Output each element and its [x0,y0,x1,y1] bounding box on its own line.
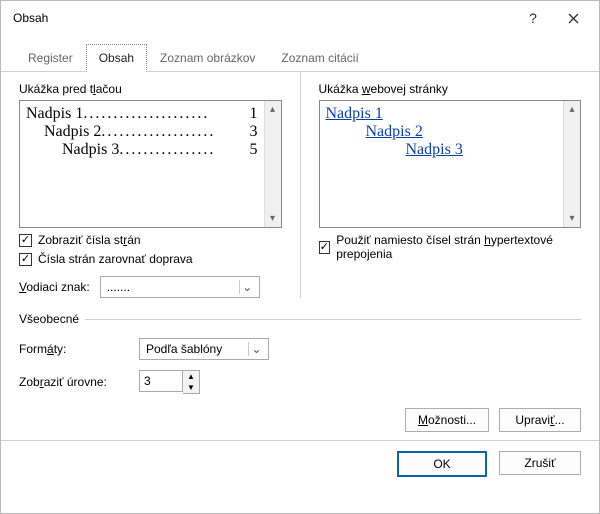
formats-label: Formáty: [19,342,129,356]
scroll-down-icon[interactable]: ▾ [564,210,580,227]
levels-input[interactable] [139,370,183,392]
toc-row: Nadpis 3................5 [26,141,258,159]
chevron-down-icon: ⌄ [239,280,255,294]
general-legend: Všeobecné [19,312,85,326]
tab-zoznam-citacii[interactable]: Zoznam citácií [268,44,371,72]
formats-select[interactable]: Podľa šablóny ⌄ [139,338,269,360]
general-group: Všeobecné Formáty: Podľa šablóny ⌄ Zobra… [19,312,581,394]
web-link[interactable]: Nadpis 1 [326,105,558,123]
close-icon [568,13,579,24]
web-preview-label: Ukážka webovej stránky [319,82,582,96]
checkbox-use-hyperlinks[interactable]: ✓ Použiť namiesto čísel strán hypertexto… [319,233,582,261]
levels-label: Zobraziť úrovne: [19,375,129,389]
tab-zoznam-obrazkov[interactable]: Zoznam obrázkov [147,44,268,72]
web-link[interactable]: Nadpis 2 [348,123,558,141]
spinner-down-icon[interactable]: ▼ [183,382,199,393]
print-preview-column: Ukážka pred tlačou Nadpis 1.............… [19,82,282,298]
chevron-down-icon: ⌄ [248,342,264,356]
options-button[interactable]: Možnosti... [405,408,489,432]
toc-row: Nadpis 1.....................1 [26,105,258,123]
print-preview-box: Nadpis 1.....................1 Nadpis 2.… [19,100,282,228]
checkbox-show-page-numbers[interactable]: ✓ Zobraziť čísla strán [19,233,282,247]
spinner-up-icon[interactable]: ▲ [183,371,199,382]
tab-obsah[interactable]: Obsah [86,44,147,72]
window-title: Obsah [13,11,48,25]
cancel-button[interactable]: Zrušiť [499,451,581,475]
leader-select[interactable]: ....... ⌄ [100,276,260,298]
preview-scrollbar[interactable]: ▴ ▾ [563,101,580,227]
close-button[interactable] [553,4,593,32]
check-icon: ✓ [21,235,30,246]
dialog-footer: OK Zrušiť [1,440,599,489]
web-preview-column: Ukážka webovej stránky Nadpis 1 Nadpis 2… [319,82,582,298]
checkbox-right-align-numbers[interactable]: ✓ Čísla strán zarovnať doprava [19,252,282,266]
web-preview-content: Nadpis 1 Nadpis 2 Nadpis 3 [320,101,564,227]
toc-row: Nadpis 2...................3 [26,123,258,141]
check-icon: ✓ [21,254,30,265]
print-preview-label: Ukážka pred tlačou [19,82,282,96]
leader-label: Vodiaci znak: [19,280,90,294]
levels-spinner[interactable]: ▲ ▼ [139,370,200,394]
modify-button[interactable]: Upraviť... [499,408,581,432]
ok-button[interactable]: OK [397,451,487,477]
check-icon: ✓ [320,242,329,253]
print-preview-content: Nadpis 1.....................1 Nadpis 2.… [20,101,264,227]
web-link[interactable]: Nadpis 3 [370,141,558,159]
scroll-down-icon[interactable]: ▾ [265,210,281,227]
preview-scrollbar[interactable]: ▴ ▾ [264,101,281,227]
scroll-up-icon[interactable]: ▴ [564,101,580,118]
tab-register[interactable]: Register [15,44,86,72]
help-button[interactable]: ? [513,4,553,32]
scroll-up-icon[interactable]: ▴ [265,101,281,118]
titlebar: Obsah ? [1,1,599,35]
tab-strip: Register Obsah Zoznam obrázkov Zoznam ci… [1,43,599,72]
web-preview-box: Nadpis 1 Nadpis 2 Nadpis 3 ▴ ▾ [319,100,582,228]
